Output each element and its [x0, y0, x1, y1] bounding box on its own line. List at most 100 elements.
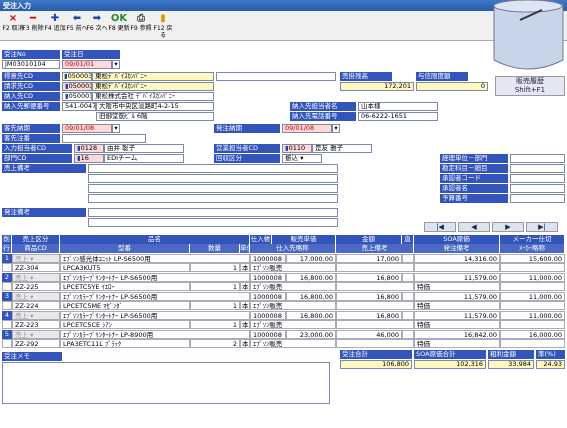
model-no[interactable]: LPA3ETC11L ﾌﾞﾗｯｸ [60, 339, 190, 348]
sales-note[interactable] [336, 320, 414, 329]
contact-field[interactable]: 山本様 [358, 102, 438, 111]
sales-note[interactable] [336, 282, 414, 291]
product-code[interactable]: ZZ-225 [12, 282, 60, 291]
sale-price[interactable]: 23,000.00 [286, 330, 336, 339]
soa-cost[interactable]: 11,579.00 [414, 311, 500, 320]
toolbar-button-f12[interactable]: ▮ F12 戻る [152, 13, 174, 39]
toolbar-button-f2[interactable]: × F2 取消 [2, 13, 24, 32]
model-no[interactable]: LPCETC5CE ｼｱﾝ [60, 320, 190, 329]
quantity[interactable]: 1 [190, 320, 240, 329]
ship-due-field[interactable]: 09/01/08 [282, 124, 332, 133]
right-field-input[interactable] [510, 164, 565, 173]
order-no-field[interactable]: JM03010104 [2, 60, 60, 69]
order-remarks-field-1[interactable] [88, 208, 338, 217]
sales-kbn[interactable]: 売上 ▾ [12, 254, 60, 263]
supplier-code[interactable]: 1000008 [250, 254, 286, 263]
maker-abbr[interactable] [500, 301, 565, 310]
maker-abbr[interactable] [500, 320, 565, 329]
model-no[interactable]: LPCA3KUT5 [60, 263, 190, 272]
order-remarks-field-2[interactable] [88, 218, 338, 227]
unit[interactable]: 本 [240, 301, 250, 310]
soa-cost[interactable]: 11,579.00 [414, 292, 500, 301]
customer-extra-field[interactable] [216, 72, 336, 81]
quantity[interactable]: 1 [190, 282, 240, 291]
supplier-code[interactable]: 1000008 [250, 292, 286, 301]
row-check[interactable] [2, 339, 12, 348]
chevron-down-icon[interactable]: ▾ [112, 124, 120, 133]
maker-price[interactable]: 11,000.00 [500, 292, 565, 301]
remarks-field-3[interactable] [88, 184, 338, 193]
dept-code[interactable]: ▮16 [74, 154, 104, 163]
toolbar-button-f6[interactable]: ➡ F6 次へ [86, 13, 108, 32]
direct-checkbox[interactable] [402, 311, 414, 320]
right-field-input[interactable] [510, 184, 565, 193]
collect-select[interactable]: 振込 ▾ [282, 154, 322, 163]
bill-name-field[interactable]: 東松ﾃﾞﾊﾞｲｽｶﾝﾊﾟﾆｰ [92, 82, 214, 91]
supplier-code[interactable]: 1000008 [250, 311, 286, 320]
toolbar-button-f3[interactable]: ━ F3 削除 [22, 13, 44, 32]
sales-staff-code[interactable]: ▮0110 [282, 144, 312, 153]
product-name[interactable]: ｴﾌﾟｿﾝｶﾗｰﾌﾟﾘﾝﾀｰﾄﾅｰ LP-8900用 [60, 330, 250, 339]
product-name[interactable]: ｴﾌﾟｿﾝｶﾗｰﾌﾟﾘﾝﾀｰﾄﾅｰ LP-S6500用 [60, 292, 250, 301]
model-no[interactable]: LPCETC5ME ﾏｾﾞﾝﾀﾞ [60, 301, 190, 310]
product-name[interactable]: ｴﾌﾟｿﾝ感光体ﾕﾆｯﾄ LP-S6500用 [60, 254, 250, 263]
quantity[interactable]: 2 [190, 339, 240, 348]
address1-field[interactable]: 大阪市中央区淡路町4-2-15 [96, 102, 214, 111]
next-record-button[interactable]: ▶ [492, 222, 524, 232]
maker-price[interactable]: 11,000.00 [500, 273, 565, 282]
chevron-down-icon[interactable]: ▾ [332, 124, 340, 133]
sales-kbn[interactable]: 売上 ▾ [12, 273, 60, 282]
sale-price[interactable]: 16,800.00 [286, 292, 336, 301]
unit[interactable]: 本 [240, 263, 250, 272]
row-check[interactable] [2, 301, 12, 310]
customer-name-field[interactable]: 東松ﾃﾞﾊﾞｲｽｶﾝﾊﾟﾆｰ [92, 72, 214, 81]
dept-name[interactable]: EDIチーム [104, 154, 184, 163]
supplier-code[interactable]: 1000008 [250, 330, 286, 339]
order-note[interactable]: 特価 [414, 320, 500, 329]
unit[interactable]: 本 [240, 320, 250, 329]
product-name[interactable]: ｴﾌﾟｿﾝｶﾗｰﾌﾟﾘﾝﾀｰﾄﾅｰ LP-S6500用 [60, 311, 250, 320]
soa-cost[interactable]: 11,579.00 [414, 273, 500, 282]
address2-field[interactable]: 旧御堂筋ﾋﾞﾙ 6階 [96, 112, 214, 121]
soa-cost[interactable]: 14,316.00 [414, 254, 500, 263]
right-field-input[interactable] [510, 174, 565, 183]
maker-price[interactable]: 11,000.00 [500, 311, 565, 320]
cust-order-field[interactable] [62, 134, 146, 143]
ship-name-field[interactable]: 東松株式会社 ﾃﾞﾊﾞｲｽｶﾝﾊﾟﾆｰ [92, 92, 214, 101]
maker-abbr[interactable] [500, 263, 565, 272]
unit[interactable]: 本 [240, 339, 250, 348]
sales-kbn[interactable]: 売上 ▾ [12, 311, 60, 320]
phone-field[interactable]: 06-6222-1651 [358, 112, 438, 121]
sale-price[interactable]: 16,800.00 [286, 273, 336, 282]
unit[interactable]: 本 [240, 282, 250, 291]
soa-cost[interactable]: 16,842.00 [414, 330, 500, 339]
toolbar-button-f4[interactable]: ✚ F4 追加 [44, 13, 66, 32]
product-code[interactable]: ZZ-224 [12, 301, 60, 310]
right-field-input[interactable] [510, 154, 565, 163]
customer-code-field[interactable]: ▮0500039 [62, 72, 92, 81]
row-check[interactable] [2, 282, 12, 291]
maker-abbr[interactable] [500, 282, 565, 291]
row-check[interactable] [2, 320, 12, 329]
last-record-button[interactable]: ▶| [526, 222, 558, 232]
right-field-input[interactable] [510, 194, 565, 203]
zip-field[interactable]: 541-0047 [62, 102, 96, 111]
maker-price[interactable]: 16,000.00 [500, 330, 565, 339]
cust-due-field[interactable]: 09/01/08 [62, 124, 112, 133]
product-code[interactable]: ZZ-223 [12, 320, 60, 329]
sales-note[interactable] [336, 263, 414, 272]
quantity[interactable]: 1 [190, 263, 240, 272]
supplier-code[interactable]: 1000008 [250, 273, 286, 282]
memo-field[interactable] [2, 362, 330, 404]
product-code[interactable]: ZZ-304 [12, 263, 60, 272]
sale-price[interactable]: 17,000.00 [286, 254, 336, 263]
sales-note[interactable] [336, 301, 414, 310]
input-staff-code[interactable]: ▮0128 [74, 144, 104, 153]
toolbar-button-f9[interactable]: ⎙ F9 参照 [130, 13, 152, 32]
model-no[interactable]: LPCETC5YE ｲｴﾛｰ [60, 282, 190, 291]
row-check[interactable] [2, 263, 12, 272]
chevron-down-icon[interactable]: ▾ [112, 60, 120, 69]
remarks-field-2[interactable] [88, 174, 338, 183]
order-note[interactable]: 特価 [414, 339, 500, 348]
order-date-field[interactable]: 09/01/01 [62, 60, 112, 69]
